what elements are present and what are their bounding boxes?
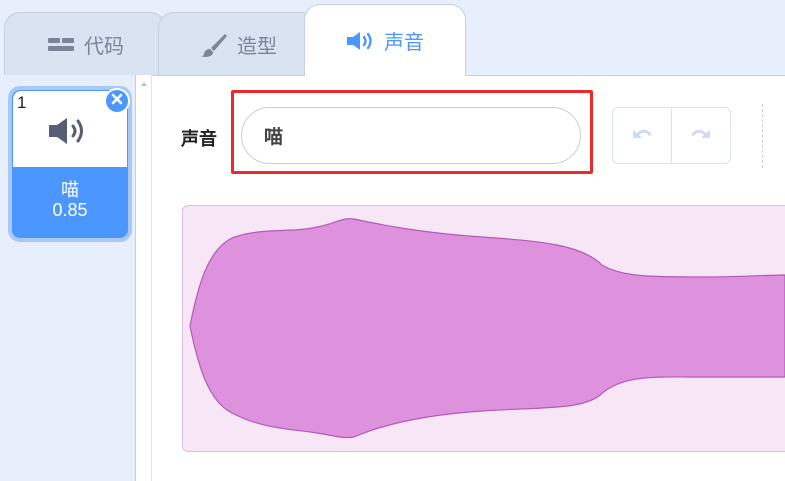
sound-index: 1 [17,93,27,112]
speaker-icon [47,115,91,152]
sound-list-item[interactable]: 1 喵 0.85 [8,86,132,242]
sound-item-name: 喵 [61,180,79,201]
tab-sound[interactable]: 声音 [304,4,466,76]
waveform-shape [189,218,785,439]
redo-button[interactable] [672,108,730,163]
sound-list-scrollbar[interactable] [136,75,152,481]
delete-sound-button[interactable] [104,88,130,114]
tab-code-label: 代码 [84,34,124,58]
toolbar-divider [762,104,763,168]
editor-tab-bar: 代码 造型 声音 [0,0,785,76]
close-icon [111,92,123,110]
code-blocks-icon [46,35,76,55]
undo-button[interactable] [613,108,672,163]
undo-icon [629,124,655,147]
tab-costume[interactable]: 造型 [158,12,318,76]
tab-code[interactable]: 代码 [4,12,166,76]
tab-sound-label: 声音 [384,30,424,54]
undo-redo-group [612,107,731,164]
sound-name-label: 声音 [181,129,217,150]
sound-item-duration: 0.85 [52,200,88,220]
redo-icon [688,124,714,147]
paintbrush-icon [199,32,229,58]
scroll-up-arrow-icon[interactable] [141,82,147,86]
highlight-annotation-box [231,90,593,174]
speaker-icon [346,30,376,52]
tab-costume-label: 造型 [237,34,277,58]
sound-waveform [189,218,785,439]
